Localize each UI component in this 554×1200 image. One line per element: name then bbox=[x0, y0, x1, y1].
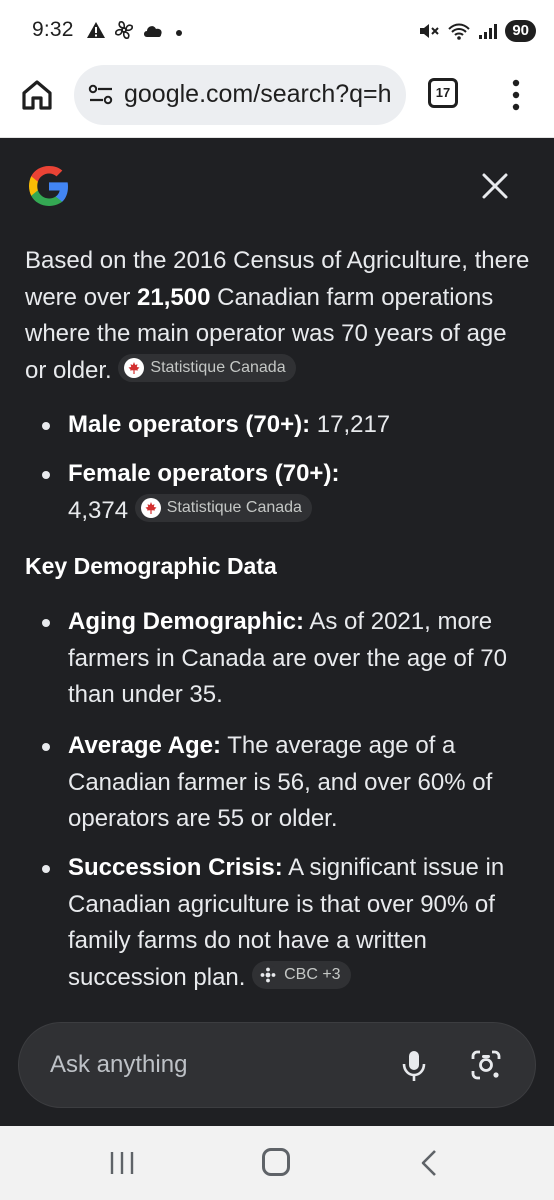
wifi-icon bbox=[448, 23, 471, 40]
ask-placeholder[interactable]: Ask anything bbox=[50, 1051, 187, 1079]
dot-icon bbox=[176, 30, 182, 36]
status-system-icons: 90 bbox=[418, 20, 536, 42]
url-text[interactable]: google.com/search?q=h bbox=[124, 80, 392, 109]
fan-icon bbox=[115, 21, 133, 39]
bullet-succession-crisis: Succession Crisis: A significant issue i… bbox=[68, 850, 530, 996]
google-lens-icon[interactable] bbox=[469, 1048, 503, 1082]
more-options-icon[interactable] bbox=[504, 78, 528, 112]
source-label[interactable]: CBC +3 bbox=[284, 957, 340, 994]
microphone-icon[interactable] bbox=[399, 1049, 429, 1083]
alert-icon bbox=[87, 22, 105, 38]
cbc-logo-icon bbox=[258, 965, 279, 986]
bullet-label: Average Age: bbox=[68, 732, 221, 759]
cloud-icon bbox=[144, 26, 162, 37]
bullet-male-operators: Male operators (70+): 17,217 bbox=[68, 407, 530, 444]
status-time: 9:32 bbox=[32, 18, 74, 41]
bullet-dot bbox=[42, 743, 50, 751]
ask-input[interactable]: Ask anything bbox=[18, 1022, 536, 1108]
browser-toolbar: google.com/search?q=h 17 bbox=[0, 64, 554, 138]
address-bar[interactable]: google.com/search?q=h bbox=[74, 65, 406, 125]
battery-icon: 90 bbox=[505, 20, 536, 42]
source-chip-statcan-1[interactable]: Statistique Canada bbox=[118, 354, 296, 383]
home-nav-icon[interactable] bbox=[262, 1148, 290, 1176]
bullet-value: 17,217 bbox=[310, 411, 391, 438]
status-bar: 9:32 90 bbox=[0, 0, 554, 64]
section-heading: Key Demographic Data bbox=[25, 553, 277, 579]
site-settings-icon[interactable] bbox=[88, 83, 114, 107]
google-logo-icon bbox=[29, 166, 68, 206]
system-navigation-bar bbox=[0, 1126, 554, 1200]
bullet-dot bbox=[42, 619, 50, 627]
bullet-label: Aging Demographic: bbox=[68, 608, 305, 635]
bullet-female-operators: Female operators (70+): 4,374 Statistiqu… bbox=[68, 456, 530, 529]
mute-icon bbox=[420, 24, 440, 38]
maple-leaf-icon bbox=[124, 358, 145, 379]
source-chip-cbc[interactable]: CBC +3 bbox=[252, 961, 351, 990]
overview-paragraph: Based on the 2016 Census of Agriculture,… bbox=[25, 243, 530, 389]
bullet-label: Female operators (70+): bbox=[68, 460, 340, 487]
maple-leaf-icon bbox=[140, 498, 161, 519]
ai-overview-panel: Based on the 2016 Census of Agriculture,… bbox=[0, 139, 554, 1125]
bullet-value: 4,374 bbox=[68, 496, 129, 524]
tab-switcher-button[interactable]: 17 bbox=[428, 78, 458, 108]
overview-highlight: 21,500 bbox=[137, 283, 211, 311]
source-label[interactable]: Statistique Canada bbox=[167, 490, 302, 527]
bullet-label: Male operators (70+): bbox=[68, 411, 311, 438]
bullet-dot bbox=[42, 422, 50, 430]
status-notification-icons bbox=[86, 20, 186, 40]
bullet-label: Succession Crisis: bbox=[68, 854, 283, 881]
home-icon[interactable] bbox=[20, 78, 54, 112]
back-icon[interactable] bbox=[418, 1148, 440, 1178]
bullet-dot bbox=[42, 865, 50, 873]
source-label[interactable]: Statistique Canada bbox=[150, 350, 285, 387]
bullet-average-age: Average Age: The average age of a Canadi… bbox=[68, 728, 530, 838]
signal-icon bbox=[479, 24, 498, 39]
bullet-aging-demographic: Aging Demographic: As of 2021, more farm… bbox=[68, 604, 530, 714]
close-icon[interactable] bbox=[478, 169, 512, 203]
bullet-dot bbox=[42, 471, 50, 479]
source-chip-statcan-2[interactable]: Statistique Canada bbox=[134, 494, 312, 523]
recent-apps-icon[interactable] bbox=[108, 1150, 136, 1176]
